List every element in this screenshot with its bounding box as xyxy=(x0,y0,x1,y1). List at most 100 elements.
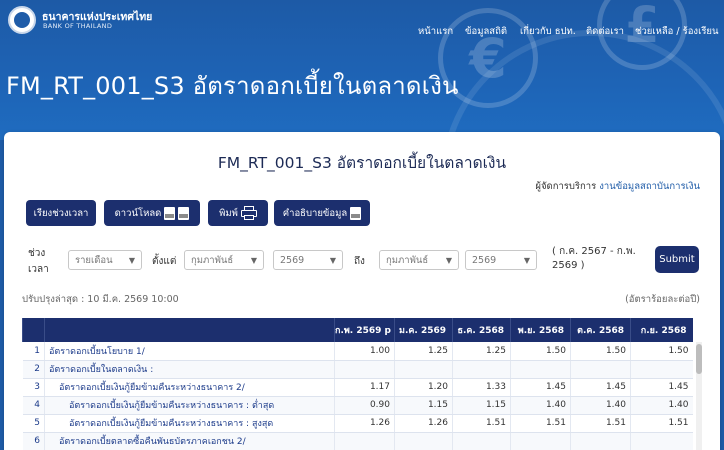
page-title: FM_RT_001_S3 อัตราดอกเบี้ยในตลาดเงิน xyxy=(6,72,459,100)
chevron-down-icon: ▼ xyxy=(329,255,336,265)
provider-label: ผู้จัดการบริการ xyxy=(535,181,597,192)
row-series-name[interactable]: อัตราดอกเบี้ยนโยบาย 1/ xyxy=(44,342,335,361)
chevron-down-icon: ▼ xyxy=(445,255,452,265)
row-series-name[interactable]: อัตราดอกเบี้ยเงินกู้ยืมข้ามคืนระหว่างธนา… xyxy=(44,414,335,433)
row-value-cell xyxy=(452,432,511,450)
unit-note: (อัตราร้อยละต่อปี) xyxy=(625,294,700,305)
row-value-cell: 1.15 xyxy=(394,396,453,415)
table-header[interactable]: ก.พ. 2569 p xyxy=(334,318,395,342)
row-value-cell: 1.20 xyxy=(394,378,453,397)
chevron-down-icon: ▼ xyxy=(250,255,257,265)
chevron-down-icon: ▼ xyxy=(128,255,135,265)
row-value-cell xyxy=(570,432,631,450)
scrollbar-thumb[interactable] xyxy=(696,344,702,374)
row-value-cell: 1.33 xyxy=(452,378,511,397)
to-month-value: กุมภาพันธ์ xyxy=(386,254,429,266)
table-header[interactable]: ธ.ค. 2568 xyxy=(452,318,511,342)
top-navigation: หน้าแรก ข้อมูลสถิติ เกี่ยวกับ ธปท. ติดต่… xyxy=(0,24,724,40)
table-header[interactable]: พ.ย. 2568 xyxy=(510,318,571,342)
table-row: 2 อัตราดอกเบี้ยในตลาดเงิน : xyxy=(22,360,693,379)
row-value-cell: 1.40 xyxy=(570,396,631,415)
content-card: FM_RT_001_S3 อัตราดอกเบี้ยในตลาดเงิน ผู้… xyxy=(4,132,720,450)
row-series-name[interactable]: อัตราดอกเบี้ยตลาดซื้อคืนพันธบัตรภาคเอกชน… xyxy=(44,432,335,450)
period-select[interactable]: รายเดือน ▼ xyxy=(68,250,142,270)
row-value-cell: 1.50 xyxy=(630,342,693,361)
data-description-button[interactable]: คำอธิบายข้อมูล xyxy=(274,200,370,226)
printer-icon xyxy=(240,206,257,220)
from-month-select[interactable]: กุมภาพันธ์ ▼ xyxy=(184,250,264,270)
pdf-file-icon xyxy=(350,206,362,220)
row-number: 6 xyxy=(22,432,45,450)
row-value-cell: 1.50 xyxy=(570,342,631,361)
table-header-row: ก.พ. 2569 p ม.ค. 2569 ธ.ค. 2568 พ.ย. 256… xyxy=(22,318,693,342)
row-value-cell: 1.40 xyxy=(630,396,693,415)
header-banner: € £ ธนาคารแห่งประเทศไทย BANK OF THAILAND… xyxy=(0,0,724,140)
period-label-line1: ช่วง xyxy=(28,248,46,259)
download-label: ดาวน์โหลด xyxy=(114,207,162,219)
to-month-select[interactable]: กุมภาพันธ์ ▼ xyxy=(379,250,459,270)
sort-period-button[interactable]: เรียงช่วงเวลา xyxy=(26,200,96,226)
row-value-cell: 1.51 xyxy=(452,414,511,433)
sort-period-label: เรียงช่วงเวลา xyxy=(33,207,89,219)
last-updated: ปรับปรุงล่าสุด : 10 มี.ค. 2569 10:00 xyxy=(22,294,179,305)
row-value-cell xyxy=(510,432,571,450)
table-row: 3 อัตราดอกเบี้ยเงินกู้ยืมข้ามคืนระหว่างธน… xyxy=(22,378,693,397)
table-header[interactable]: ก.ย. 2568 xyxy=(630,318,693,342)
row-value-cell: 1.40 xyxy=(510,396,571,415)
row-value-cell: 1.51 xyxy=(630,414,693,433)
data-table-container: ก.พ. 2569 p ม.ค. 2569 ธ.ค. 2568 พ.ย. 256… xyxy=(22,318,706,450)
data-description-label: คำอธิบายข้อมูล xyxy=(282,207,348,219)
period-label-line2: เวลา xyxy=(28,264,49,275)
from-year-value: 2569 xyxy=(280,254,305,266)
nav-help[interactable]: ช่วยเหลือ / ร้องเรียน xyxy=(635,24,718,39)
row-value-cell: 1.50 xyxy=(510,342,571,361)
row-value-cell: 1.26 xyxy=(334,414,395,433)
row-value-cell: 1.26 xyxy=(394,414,453,433)
table-header[interactable]: ม.ค. 2569 xyxy=(394,318,453,342)
table-row: 5 อัตราดอกเบี้ยเงินกู้ยืมข้ามคืนระหว่างธน… xyxy=(22,414,693,433)
row-value-cell: 1.25 xyxy=(394,342,453,361)
excel-file-icon xyxy=(178,206,190,220)
print-button[interactable]: พิมพ์ xyxy=(208,200,268,226)
to-year-select[interactable]: 2569 ▼ xyxy=(465,250,537,270)
from-label: ตั้งแต่ xyxy=(152,256,177,267)
row-value-cell xyxy=(334,432,395,450)
to-label: ถึง xyxy=(354,256,365,267)
row-value-cell: 1.15 xyxy=(452,396,511,415)
print-label: พิมพ์ xyxy=(219,207,238,219)
table-header[interactable]: ต.ค. 2568 xyxy=(570,318,631,342)
nav-contact[interactable]: ติดต่อเรา xyxy=(586,24,624,39)
row-value-cell xyxy=(510,360,571,379)
row-value-cell xyxy=(630,432,693,450)
row-value-cell: 1.45 xyxy=(570,378,631,397)
table-scrollbar[interactable] xyxy=(696,342,702,450)
table-row: 4 อัตราดอกเบี้ยเงินกู้ยืมข้ามคืนระหว่างธน… xyxy=(22,396,693,415)
available-range: ( ก.ค. 2567 - ก.พ. 2569 ) xyxy=(552,246,636,271)
nav-about[interactable]: เกี่ยวกับ ธปท. xyxy=(520,24,576,39)
table-row: 6 อัตราดอกเบี้ยตลาดซื้อคืนพันธบัตรภาคเอกช… xyxy=(22,432,693,450)
data-table: ก.พ. 2569 p ม.ค. 2569 ธ.ค. 2568 พ.ย. 256… xyxy=(22,318,693,450)
row-value-cell xyxy=(334,360,395,379)
row-value-cell xyxy=(630,360,693,379)
row-value-cell: 1.00 xyxy=(334,342,395,361)
period-select-value: รายเดือน xyxy=(75,254,113,266)
download-button[interactable]: ดาวน์โหลด xyxy=(104,200,200,226)
nav-home[interactable]: หน้าแรก xyxy=(418,24,453,39)
from-year-select[interactable]: 2569 ▼ xyxy=(273,250,343,270)
to-year-value: 2569 xyxy=(472,254,497,266)
submit-button[interactable]: Submit xyxy=(655,246,699,273)
chevron-down-icon: ▼ xyxy=(523,255,530,265)
row-value-cell xyxy=(394,432,453,450)
nav-statistics[interactable]: ข้อมูลสถิติ xyxy=(465,24,507,39)
service-provider: ผู้จัดการบริการ งานข้อมูลสถาบันการเงิน xyxy=(535,179,700,194)
provider-link[interactable]: งานข้อมูลสถาบันการเงิน xyxy=(599,181,700,192)
row-series-name[interactable]: อัตราดอกเบี้ยเงินกู้ยืมข้ามคืนระหว่างธนา… xyxy=(44,396,335,415)
row-number: 5 xyxy=(22,414,45,433)
row-value-cell: 1.45 xyxy=(510,378,571,397)
table-header xyxy=(44,318,335,342)
csv-file-icon xyxy=(164,206,176,220)
row-value-cell: 1.25 xyxy=(452,342,511,361)
row-value-cell: 1.45 xyxy=(630,378,693,397)
row-series-name[interactable]: อัตราดอกเบี้ยในตลาดเงิน : xyxy=(44,360,335,379)
row-series-name[interactable]: อัตราดอกเบี้ยเงินกู้ยืมข้ามคืนระหว่างธนา… xyxy=(44,378,335,397)
